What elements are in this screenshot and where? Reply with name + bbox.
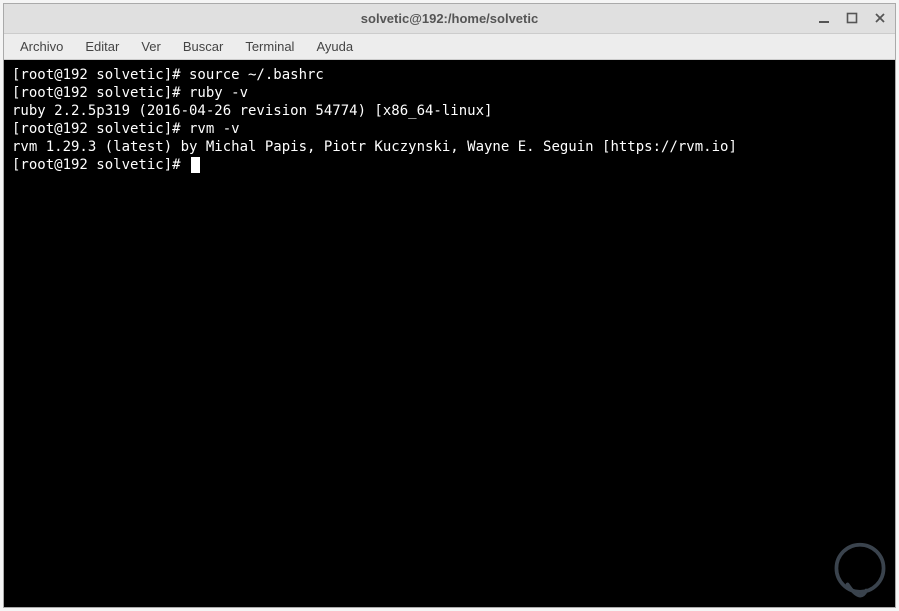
terminal-prompt: [root@192 solvetic]#	[12, 156, 887, 174]
close-button[interactable]	[871, 9, 889, 27]
terminal-window: solvetic@192:/home/solvetic Archivo Edit…	[3, 3, 896, 608]
minimize-button[interactable]	[815, 9, 833, 27]
menu-editar[interactable]: Editar	[75, 36, 129, 57]
terminal-line: [root@192 solvetic]# rvm -v	[12, 120, 887, 138]
terminal-line: [root@192 solvetic]# ruby -v	[12, 84, 887, 102]
terminal-line: ruby 2.2.5p319 (2016-04-26 revision 5477…	[12, 102, 887, 120]
titlebar[interactable]: solvetic@192:/home/solvetic	[4, 4, 895, 34]
menu-ayuda[interactable]: Ayuda	[306, 36, 363, 57]
terminal-prompt-text: [root@192 solvetic]#	[12, 157, 189, 173]
terminal-line: rvm 1.29.3 (latest) by Michal Papis, Pio…	[12, 138, 887, 156]
terminal-line: [root@192 solvetic]# source ~/.bashrc	[12, 66, 887, 84]
terminal-output[interactable]: [root@192 solvetic]# source ~/.bashrc[ro…	[4, 60, 895, 607]
window-controls	[815, 9, 889, 27]
window-title: solvetic@192:/home/solvetic	[361, 11, 538, 26]
cursor-icon	[191, 157, 200, 173]
menu-buscar[interactable]: Buscar	[173, 36, 233, 57]
menubar: Archivo Editar Ver Buscar Terminal Ayuda	[4, 34, 895, 60]
maximize-button[interactable]	[843, 9, 861, 27]
menu-ver[interactable]: Ver	[131, 36, 171, 57]
menu-archivo[interactable]: Archivo	[10, 36, 73, 57]
menu-terminal[interactable]: Terminal	[235, 36, 304, 57]
